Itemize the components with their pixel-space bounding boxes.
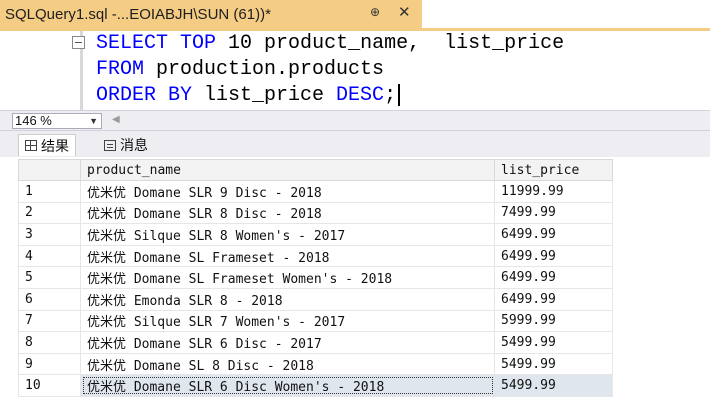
cell-list-price[interactable]: 5499.99 [494,331,613,354]
table-row[interactable]: 4 优米优 Domane SL Frameset - 2018 6499.99 [18,245,613,268]
cell-product-name[interactable]: 优米优 Domane SL Frameset - 2018 [80,245,495,268]
tab-messages[interactable]: 消息 [98,134,154,156]
cell-product-name[interactable]: 优米优 Domane SLR 9 Disc - 2018 [80,180,495,203]
cell-product-name[interactable]: 优米优 Silque SLR 7 Women's - 2017 [80,310,495,333]
cell-product-name[interactable]: 优米优 Domane SLR 8 Disc - 2018 [80,202,495,225]
table-row[interactable]: 3 优米优 Silque SLR 8 Women's - 2017 6499.99 [18,223,613,246]
cell-list-price[interactable]: 6499.99 [494,266,613,289]
table-row[interactable]: 8 优米优 Domane SLR 6 Disc - 2017 5499.99 [18,331,613,354]
sql-token: 10 product_name, list_price [216,32,565,55]
row-number[interactable]: 9 [18,353,81,376]
code-line[interactable]: FROM production.products [96,57,384,83]
cell-list-price[interactable]: 6499.99 [494,223,613,246]
zoom-value: 146 % [15,113,52,128]
row-number[interactable]: 10 [18,374,81,397]
cell-list-price[interactable]: 5499.99 [494,374,613,397]
results-grid[interactable]: product_name list_price 1 优米优 Domane SLR … [0,157,710,410]
sql-keyword: SELECT [96,32,169,55]
sql-keyword: FROM [96,58,145,81]
sql-token: products [288,58,385,81]
code-line[interactable]: ORDER BY list_price DESC; [96,83,401,109]
cell-list-price[interactable]: 11999.99 [494,180,613,203]
text-cursor [398,83,401,106]
zoom-dropdown[interactable]: 146 % ▼ [12,113,102,129]
tab-messages-label: 消息 [120,138,148,154]
row-number[interactable]: 3 [18,223,81,246]
grid-icon [25,140,37,151]
cell-product-name[interactable]: 优米优 Domane SL 8 Disc - 2018 [80,353,495,376]
column-header-product-name[interactable]: product_name [80,159,495,181]
table-row[interactable]: 6 优米优 Emonda SLR 8 - 2018 6499.99 [18,288,613,311]
sql-token: production. [144,58,289,81]
code-line[interactable]: SELECT TOP 10 product_name, list_price [96,31,564,57]
table-row[interactable]: 5 优米优 Domane SL Frameset Women's - 2018 64… [18,266,613,289]
cell-list-price[interactable]: 5999.99 [494,310,613,333]
table-row[interactable]: 7 优米优 Silque SLR 7 Women's - 2017 5999.99 [18,310,613,333]
cell-product-name[interactable]: 优米优 Silque SLR 8 Women's - 2017 [80,223,495,246]
table-row[interactable]: 1 优米优 Domane SLR 9 Disc - 2018 11999.99 [18,180,613,203]
document-tab-strip: SQLQuery1.sql -...EOIABJH\SUN (61))* ⊕ ✕ [0,0,710,28]
header-row: product_name list_price [18,159,613,181]
cell-list-price[interactable]: 5499.99 [494,353,613,376]
row-number[interactable]: 1 [18,180,81,203]
row-number-header[interactable] [18,159,81,181]
row-number[interactable]: 8 [18,331,81,354]
cell-list-price[interactable]: 6499.99 [494,245,613,268]
sql-token: list_price [192,84,337,107]
collapse-icon[interactable] [72,36,85,49]
column-header-list-price[interactable]: list_price [494,159,613,181]
row-number[interactable]: 2 [18,202,81,225]
messages-icon [104,139,116,151]
results-table: product_name list_price 1 优米优 Domane SLR … [18,159,613,397]
scroll-left-icon[interactable]: ◀ [112,114,120,125]
tab-results[interactable]: 结果 [18,134,76,156]
row-number[interactable]: 4 [18,245,81,268]
close-icon[interactable]: ✕ [398,3,411,21]
row-number[interactable]: 5 [18,266,81,289]
results-tab-strip: 结果 消息 [0,131,710,157]
editor-status-bar: 146 % ▼ ◀ [0,110,710,131]
tab-results-label: 结果 [41,138,69,155]
sql-keyword: TOP [180,32,217,55]
row-number[interactable]: 6 [18,288,81,311]
table-row[interactable]: 2 优米优 Domane SLR 8 Disc - 2018 7499.99 [18,202,613,225]
sql-token: ; [384,84,397,107]
document-tab-title: SQLQuery1.sql -...EOIABJH\SUN (61))* [5,5,271,23]
sql-keyword: DESC [336,84,385,107]
cell-product-name[interactable]: 优米优 Domane SLR 6 Disc - 2017 [80,331,495,354]
row-number[interactable]: 7 [18,310,81,333]
cell-list-price[interactable]: 7499.99 [494,202,613,225]
document-tab-sqlquery1[interactable]: SQLQuery1.sql -...EOIABJH\SUN (61))* ⊕ ✕ [0,0,422,28]
query-editor[interactable]: SELECT TOP 10 product_name, list_price FR… [0,31,710,110]
chevron-down-icon: ▼ [89,116,98,126]
cell-list-price[interactable]: 6499.99 [494,288,613,311]
sql-keyword: ORDER BY [96,84,193,107]
table-row[interactable]: 9 优米优 Domane SL 8 Disc - 2018 5499.99 [18,353,613,376]
cell-product-name[interactable]: 优米优 Domane SL Frameset Women's - 2018 [80,266,495,289]
pin-icon[interactable]: ⊕ [370,5,380,19]
cell-product-name[interactable]: 优米优 Domane SLR 6 Disc Women's - 2018 [80,374,495,397]
cell-product-name[interactable]: 优米优 Emonda SLR 8 - 2018 [80,288,495,311]
table-row[interactable]: 10 优米优 Domane SLR 6 Disc Women's - 2018 54… [18,374,613,397]
